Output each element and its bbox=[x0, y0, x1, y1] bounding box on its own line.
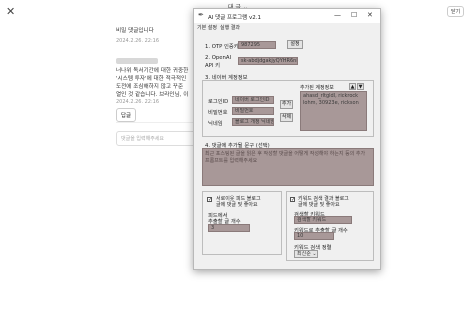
keyword-checkbox-label-2: 글에 댓글 및 좋아요 bbox=[298, 202, 340, 208]
delete-account-button[interactable]: 삭제 bbox=[280, 113, 293, 122]
otp-label: 1. OTP 인증키 bbox=[205, 44, 239, 50]
avatar bbox=[116, 58, 158, 64]
otp-set-button[interactable]: 설정 bbox=[287, 40, 303, 49]
menu-bar: 기본 설정 실행 결과 bbox=[194, 23, 380, 31]
maximize-icon[interactable]: ☐ bbox=[351, 11, 357, 19]
scroll-down-icon[interactable]: ▼ bbox=[357, 83, 364, 90]
minimize-icon[interactable]: — bbox=[334, 11, 341, 19]
feed-checkbox-label-2: 글에 댓글 및 좋아요 bbox=[216, 202, 258, 208]
keyword-count-input[interactable]: 10 bbox=[294, 232, 334, 240]
app-window: ✒ AI 댓글 프로그램 v2.1 — ☐ ✕ 기본 설정 실행 결과 1. O… bbox=[193, 8, 381, 270]
close-icon[interactable]: ✕ bbox=[6, 5, 15, 18]
login-id-label: 로그인ID bbox=[208, 99, 229, 105]
list-item[interactable]: ahasd_rltgldl, rickrock bbox=[303, 93, 364, 100]
reply-input[interactable]: 댓글을 입력해주세요 bbox=[116, 131, 196, 146]
otp-input[interactable]: 987295 bbox=[238, 41, 276, 49]
comment-text: 비밀 댓글입니다 bbox=[116, 28, 154, 34]
feed-checkbox[interactable]: ✓ bbox=[207, 197, 212, 203]
openai-label-2: API 키 bbox=[205, 63, 220, 69]
close-icon[interactable]: ✕ bbox=[367, 11, 373, 19]
menu-results[interactable]: 실행 결과 bbox=[220, 24, 240, 31]
divider bbox=[116, 122, 196, 123]
keyword-checkbox[interactable]: ✓ bbox=[290, 197, 295, 203]
openai-key-input[interactable]: sk-abdjdgakjyQYHR6nktXQ bbox=[238, 57, 298, 65]
prompt-textarea[interactable]: 최근 포스팅된 글을 읽은 후 작성할 댓글을 어떻게 작성해야 하는지 등의 … bbox=[202, 148, 374, 186]
comment-date: 2024.2.26. 22:16 bbox=[116, 99, 160, 105]
feather-icon: ✒ bbox=[198, 11, 204, 19]
add-account-button[interactable]: 추가 bbox=[280, 100, 293, 109]
comment-text-line: 도전에 조심해하지 않고 꾸준 bbox=[116, 84, 184, 90]
title-bar[interactable]: ✒ AI 댓글 프로그램 v2.1 — ☐ ✕ bbox=[194, 9, 380, 23]
comment-text-line: 열인 것 같습니다. 브라인님, 이 bbox=[116, 92, 189, 98]
account-list-title: 추가된 계정정보 bbox=[300, 85, 334, 91]
keyword-input[interactable]: 검색할 키워드 bbox=[294, 216, 352, 224]
feed-count-input[interactable]: 3 bbox=[208, 224, 250, 232]
sort-value: 최신순 bbox=[297, 251, 311, 257]
reply-button[interactable]: 답글 bbox=[116, 108, 137, 122]
close-button[interactable]: 닫기 bbox=[447, 6, 465, 17]
chevron-down-icon: ⌄ bbox=[310, 251, 317, 257]
comment-date: 2024.2.26. 22:16 bbox=[116, 38, 160, 44]
nickname-input[interactable]: 블로그 개정 닉네임 bbox=[232, 118, 274, 126]
password-input[interactable]: 비밀번호 bbox=[232, 107, 274, 115]
menu-basic-settings[interactable]: 기본 설정 bbox=[197, 24, 217, 31]
nickname-label: 닉네임 bbox=[208, 121, 223, 127]
comment-text-line: 너나위 독서기간에 대한 귀중한 bbox=[116, 68, 189, 74]
scroll-up-icon[interactable]: ▲ bbox=[349, 83, 356, 90]
comment-text-line: '시스템 투자'에 대한 적극적인 bbox=[116, 76, 187, 82]
list-item[interactable]: lohm, 30923e, rickson bbox=[303, 100, 364, 107]
login-id-input[interactable]: 네이버 로그인ID bbox=[232, 96, 274, 104]
sort-select[interactable]: 최신순 ⌄ bbox=[294, 250, 318, 258]
window-title: AI 댓글 프로그램 v2.1 bbox=[208, 15, 261, 21]
password-label: 비밀번호 bbox=[208, 110, 228, 116]
account-listbox[interactable]: ahasd_rltgldl, rickrock lohm, 30923e, ri… bbox=[300, 91, 367, 131]
